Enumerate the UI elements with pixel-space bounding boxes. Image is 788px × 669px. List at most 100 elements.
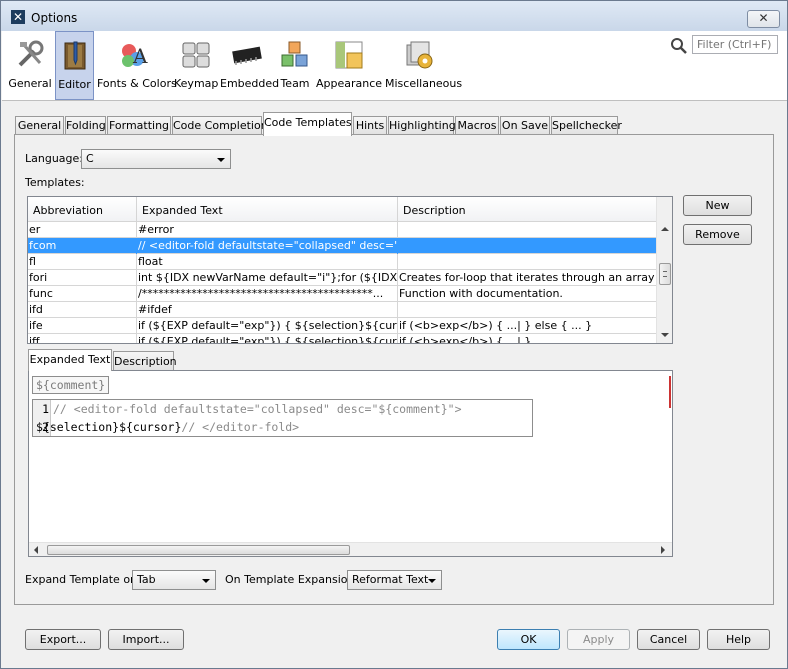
cell-abbreviation: fl xyxy=(28,254,137,270)
filter-input[interactable] xyxy=(692,35,778,54)
code-preview[interactable]: 1 2 // <editor-fold defaultstate="collap… xyxy=(32,399,533,437)
code-comment: // <editor-fold defaultstate="collapsed"… xyxy=(53,402,462,416)
language-label: Language: xyxy=(25,152,83,165)
expand-template-label: Expand Template on: xyxy=(25,573,141,586)
category-label: Miscellaneous xyxy=(385,77,463,90)
category-label: General xyxy=(8,77,52,90)
tab-highlighting[interactable]: Highlighting xyxy=(388,116,456,135)
templates-table: Abbreviation Expanded Text Description e… xyxy=(27,196,673,344)
error-stripe xyxy=(669,376,671,408)
on-expansion-value: Reformat Text xyxy=(352,573,429,586)
category-team[interactable]: Team xyxy=(278,31,312,100)
table-row[interactable]: iff if (${EXP default="exp"}) { ${select… xyxy=(28,334,656,344)
chevron-down-icon xyxy=(428,579,436,583)
cell-expanded-text: /***************************************… xyxy=(137,286,398,302)
cancel-button[interactable]: Cancel xyxy=(637,629,700,650)
category-embedded[interactable]: Embedded xyxy=(220,31,279,100)
cell-description xyxy=(398,238,656,254)
cell-description: if (<b>exp</b>) { ...| } xyxy=(399,335,532,344)
cell-abbreviation: fcom xyxy=(28,238,137,254)
scroll-down-icon[interactable] xyxy=(661,333,669,337)
scroll-left-icon[interactable] xyxy=(34,546,38,554)
tab-on-save[interactable]: On Save xyxy=(500,116,550,135)
title-bar: ✕ Options ✕ xyxy=(1,1,787,31)
tab-code-completion[interactable]: Code Completion xyxy=(172,116,268,135)
cell-abbreviation: func xyxy=(28,286,137,302)
expand-template-select[interactable]: Tab xyxy=(132,570,216,590)
table-header: Abbreviation Expanded Text Description xyxy=(28,197,656,222)
code-line: ${selection}${cursor}// </editor-fold> xyxy=(36,420,299,434)
tab-hints[interactable]: Hints xyxy=(353,116,387,135)
tab-folding[interactable]: Folding xyxy=(65,116,106,135)
category-general[interactable]: General xyxy=(8,31,52,100)
cell-abbreviation: ife xyxy=(28,318,137,334)
tab-expanded-text[interactable]: Expanded Text xyxy=(28,349,112,371)
editor-horizontal-scrollbar[interactable] xyxy=(29,542,672,556)
on-expansion-select[interactable]: Reformat Text xyxy=(347,570,442,590)
cell-description: Creates for-loop that iterates through a… xyxy=(399,271,656,284)
cell-expanded-text: #ifdef xyxy=(137,302,398,318)
new-button[interactable]: New xyxy=(683,195,752,216)
tab-spellchecker[interactable]: Spellchecker xyxy=(551,116,622,135)
table-row[interactable]: er #error xyxy=(28,222,656,238)
editor-book-icon xyxy=(64,41,85,70)
cell-abbreviation: ifd xyxy=(28,302,137,318)
parameter-chip[interactable]: ${comment} xyxy=(32,376,110,394)
tab-macros[interactable]: Macros xyxy=(455,116,499,135)
category-fonts-colors[interactable]: A Fonts & Colors xyxy=(97,31,177,100)
team-cubes-icon xyxy=(281,41,308,67)
cell-expanded-text: int ${IDX newVarName default="i"};for ($… xyxy=(138,270,398,286)
column-header-expanded-text[interactable]: Expanded Text xyxy=(137,197,398,222)
keymap-icon xyxy=(182,42,209,68)
category-keymap[interactable]: Keymap xyxy=(174,31,218,100)
scrollbar-thumb[interactable] xyxy=(659,263,671,285)
expanded-text-editor[interactable]: ${comment} 1 2 // <editor-fold defaultst… xyxy=(28,370,673,557)
cell-abbreviation: fori xyxy=(28,270,137,286)
export-button[interactable]: Export... xyxy=(25,629,101,650)
cell-expanded-text: #error xyxy=(137,222,398,238)
category-label: Appearance xyxy=(316,77,383,90)
category-editor[interactable]: Editor xyxy=(55,31,94,100)
table-row[interactable]: fori int ${IDX newVarName default="i"};f… xyxy=(28,270,656,286)
scroll-up-icon[interactable] xyxy=(661,227,669,231)
chevron-down-icon xyxy=(202,579,210,583)
cell-expanded-text: if (${EXP default="exp"}) { ${selection}… xyxy=(138,318,398,334)
cell-expanded-text: if (${EXP default="exp"}) { ${selection}… xyxy=(137,334,398,343)
import-button[interactable]: Import... xyxy=(108,629,184,650)
chip-icon xyxy=(232,46,262,65)
tab-general[interactable]: General xyxy=(15,116,64,135)
table-row-selected[interactable]: fcom // <editor-fold defaultstate="colla… xyxy=(28,238,656,254)
tab-description[interactable]: Description xyxy=(113,351,177,371)
remove-button[interactable]: Remove xyxy=(683,224,752,245)
language-select[interactable]: C xyxy=(81,149,231,169)
svg-text:A: A xyxy=(132,44,148,68)
column-header-abbreviation[interactable]: Abbreviation xyxy=(28,197,137,222)
templates-label: Templates: xyxy=(25,176,85,189)
cell-expanded-text: float xyxy=(137,254,398,270)
misc-gear-icon xyxy=(406,41,433,69)
scrollbar-thumb[interactable] xyxy=(47,545,350,555)
cell-abbreviation: iff xyxy=(28,334,137,343)
table-row[interactable]: func /**********************************… xyxy=(28,286,656,302)
table-vertical-scrollbar[interactable] xyxy=(656,197,672,343)
tab-code-templates[interactable]: Code Templates xyxy=(263,112,352,136)
category-appearance[interactable]: Appearance xyxy=(316,31,382,100)
category-miscellaneous[interactable]: Miscellaneous xyxy=(385,31,463,100)
close-button[interactable]: ✕ xyxy=(747,10,780,28)
fonts-colors-icon: A xyxy=(122,44,148,68)
table-row[interactable]: ife if (${EXP default="exp"}) { ${select… xyxy=(28,318,656,334)
options-dialog: ✕ Options ✕ General Editor A Fonts & Col… xyxy=(0,0,788,669)
table-row[interactable]: fl float xyxy=(28,254,656,270)
cell-description xyxy=(398,302,656,318)
column-header-description[interactable]: Description xyxy=(398,197,656,222)
table-row[interactable]: ifd #ifdef xyxy=(28,302,656,318)
tab-formatting[interactable]: Formatting xyxy=(107,116,171,135)
apply-button[interactable]: Apply xyxy=(567,629,630,650)
category-label: Team xyxy=(280,77,310,90)
scroll-right-icon[interactable] xyxy=(661,546,665,554)
help-button[interactable]: Help xyxy=(707,629,770,650)
category-toolbar: General Editor A Fonts & Colors Keymap E… xyxy=(2,31,787,101)
search-icon xyxy=(671,38,687,54)
ok-button[interactable]: OK xyxy=(497,629,560,650)
expand-template-value: Tab xyxy=(137,573,156,586)
